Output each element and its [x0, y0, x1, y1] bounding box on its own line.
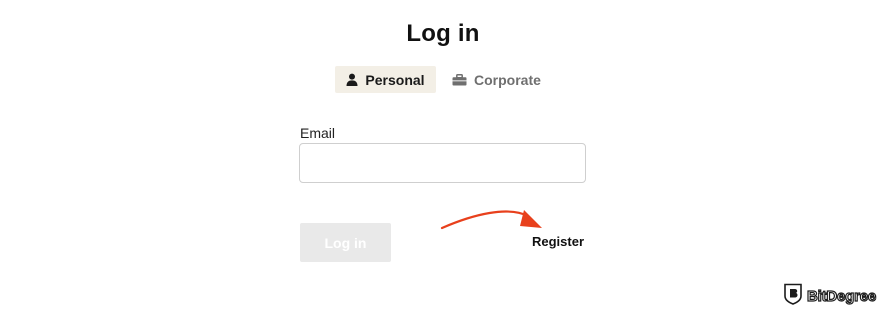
- person-icon: [346, 73, 358, 86]
- login-button[interactable]: Log in: [300, 223, 391, 262]
- tab-corporate[interactable]: Corporate: [449, 66, 552, 93]
- bitdegree-shield-icon: [783, 283, 803, 310]
- bitdegree-watermark: BitDegree: [783, 283, 877, 310]
- tab-personal-label: Personal: [365, 71, 425, 88]
- tab-corporate-label: Corporate: [474, 71, 541, 88]
- register-link[interactable]: Register: [532, 234, 584, 249]
- email-label: Email: [300, 125, 336, 141]
- briefcase-icon: [452, 73, 467, 86]
- watermark-text: BitDegree: [806, 287, 877, 305]
- page-title: Log in: [406, 20, 480, 47]
- email-field[interactable]: [299, 143, 586, 183]
- tab-personal[interactable]: Personal: [335, 66, 436, 93]
